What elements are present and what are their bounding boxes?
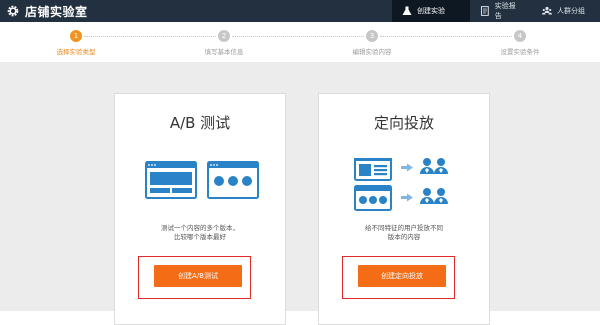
nav-create-experiment-label: 创建实验	[417, 7, 445, 15]
ab-test-desc-line2: 比较哪个版本最好	[174, 233, 226, 241]
people-group-icon	[542, 6, 552, 15]
app-title: 店铺实验室	[25, 4, 88, 19]
ab-test-desc-line1: 测试一个内容的多个版本，	[161, 224, 239, 232]
create-targeted-delivery-button[interactable]: 创建定向投放	[358, 265, 446, 287]
gear-logo-icon	[7, 5, 19, 17]
targeted-delivery-title: 定向投放	[373, 114, 434, 132]
step-conditions: 4 设置实验条件	[475, 30, 565, 56]
targeted-delivery-card: 定向投放 给不同特征的用户投放不同 版本的内容 创建定向投放	[318, 93, 490, 325]
ab-test-title: A/B 测试	[169, 114, 231, 132]
nav-audience-groups-label: 人群分组	[557, 7, 585, 15]
targeted-delivery-description: 给不同特征的用户投放不同 版本的内容	[329, 224, 479, 242]
step-number: 4	[514, 30, 526, 42]
create-ab-test-button[interactable]: 创建A/B测试	[154, 265, 242, 287]
step-number: 3	[366, 30, 378, 42]
targeted-delivery-desc-line1: 给不同特征的用户投放不同	[365, 224, 443, 232]
step-progress: 1 选择实验类型 2 填写基本信息 3 编辑实验内容 4 设置实验条件	[0, 22, 600, 62]
step-number: 1	[70, 30, 82, 42]
top-bar: 店铺实验室 创建实验 实验报告 人群分组	[0, 0, 600, 22]
nav-audience-groups[interactable]: 人群分组	[532, 0, 600, 22]
ab-test-card: A/B 测试 测试一个内容的多个版本， 比较哪个版本最好 创建A/B测试	[114, 93, 286, 325]
step-basic-info: 2 填写基本信息	[179, 30, 269, 56]
nav-create-experiment[interactable]: 创建实验	[392, 0, 470, 22]
nav-experiment-report-label: 实验报告	[494, 2, 516, 20]
brand: 店铺实验室	[6, 2, 88, 20]
step-edit-content: 3 编辑实验内容	[327, 30, 417, 56]
step-number: 2	[218, 30, 230, 42]
step-label: 选择实验类型	[56, 48, 96, 56]
step-label: 编辑实验内容	[352, 48, 392, 56]
content-area: A/B 测试 测试一个内容的多个版本， 比较哪个版本最好 创建A/B测试 定向投…	[0, 62, 600, 325]
nav-experiment-report[interactable]: 实验报告	[470, 0, 532, 22]
ab-test-description: 测试一个内容的多个版本， 比较哪个版本最好	[125, 224, 275, 242]
step-label: 设置实验条件	[500, 48, 540, 56]
step-select-type: 1 选择实验类型	[31, 30, 121, 56]
targeted-delivery-desc-line2: 版本的内容	[387, 233, 421, 241]
step-label: 填写基本信息	[204, 48, 244, 56]
report-icon	[480, 6, 489, 16]
flask-icon	[402, 6, 412, 15]
